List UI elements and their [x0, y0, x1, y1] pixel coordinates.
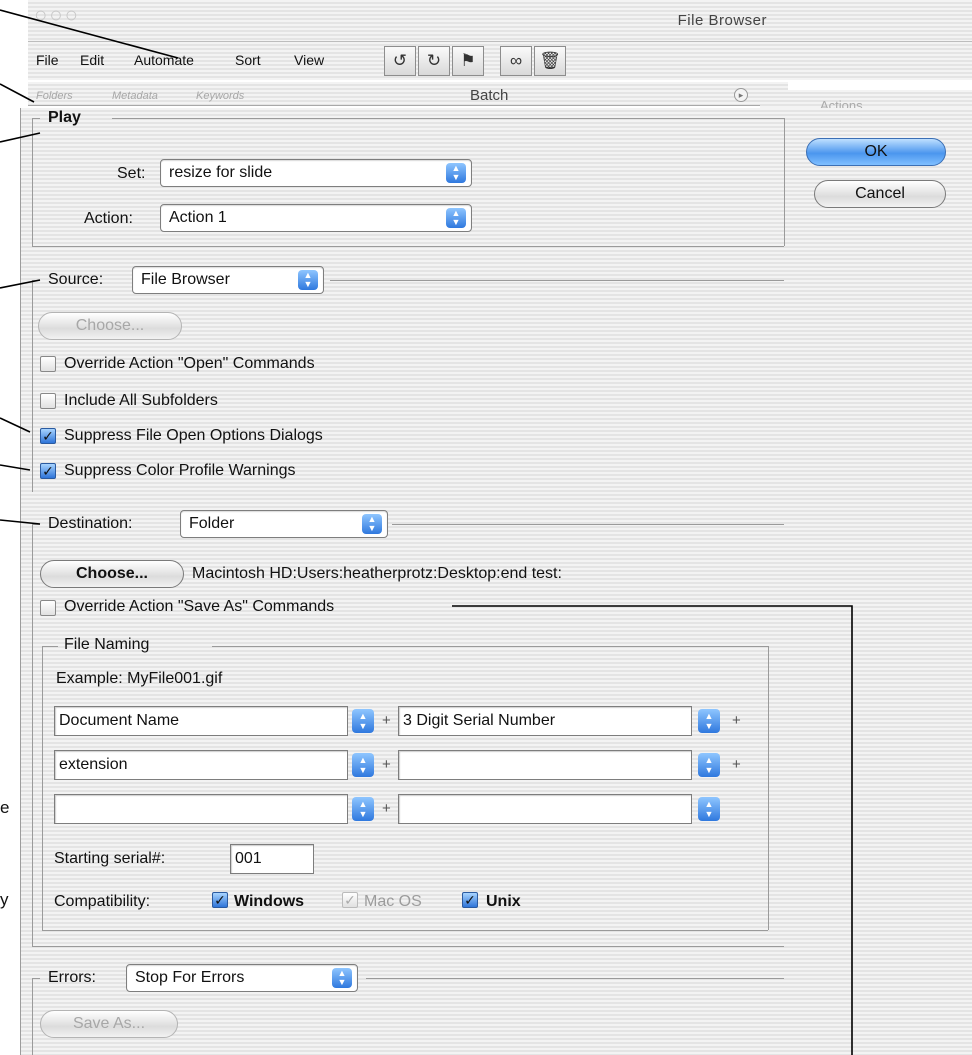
callout-line-destination [0, 519, 41, 525]
callout-line-suppress-open [0, 417, 31, 433]
callout-line-source [0, 279, 41, 289]
callout-line-automate [0, 9, 179, 59]
callout-line-play [0, 132, 41, 143]
callout-line-suppress-color [0, 464, 31, 471]
callout-line-tabs [0, 83, 35, 103]
callout-line-override-save [452, 605, 853, 1055]
callout-lines [0, 9, 853, 1055]
